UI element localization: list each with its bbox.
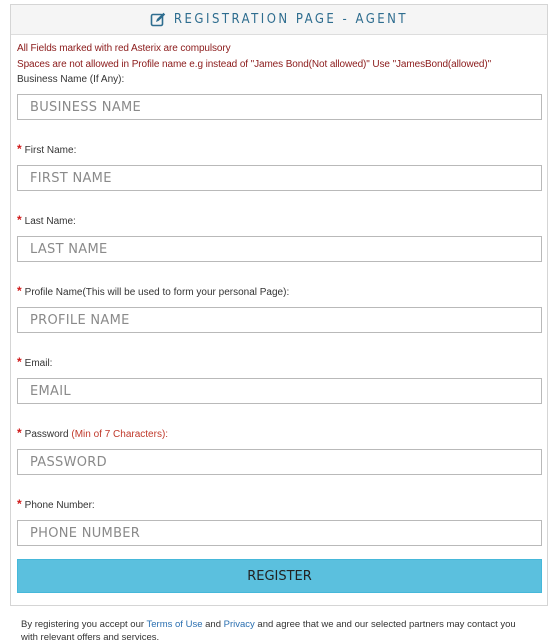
first-name-label-row: * First Name: — [17, 142, 541, 158]
terms-of-use-link[interactable]: Terms of Use — [147, 619, 203, 630]
profile-spaces-notice: Spaces are not allowed in Profile name e… — [17, 59, 492, 70]
last-name-group: * Last Name: — [17, 213, 542, 262]
last-name-input[interactable] — [17, 236, 542, 262]
business-name-label: Business Name (If Any): — [17, 74, 125, 85]
first-name-label: First Name: — [24, 145, 77, 156]
required-asterisk: * — [17, 497, 22, 511]
last-name-label: Last Name: — [24, 216, 76, 227]
last-name-label-row: * Last Name: — [17, 213, 541, 229]
profile-name-group: * Profile Name(This will be used to form … — [17, 284, 542, 333]
privacy-link[interactable]: Privacy — [224, 619, 255, 630]
first-name-group: * First Name: — [17, 142, 542, 191]
panel-header: REGISTRATION PAGE - AGENT — [11, 5, 547, 35]
profile-name-input[interactable] — [17, 307, 542, 333]
terms-notice: By registering you accept our Terms of U… — [21, 618, 535, 644]
required-asterisk: * — [17, 426, 22, 440]
required-asterisk: * — [17, 213, 22, 227]
email-input[interactable] — [17, 378, 542, 404]
required-asterisk: * — [17, 284, 22, 298]
email-label-row: * Email: — [17, 355, 541, 371]
profile-name-label-row: * Profile Name(This will be used to form … — [17, 284, 541, 300]
required-asterisk: * — [17, 142, 22, 156]
registration-panel: REGISTRATION PAGE - AGENT All Fields mar… — [10, 4, 548, 643]
business-name-input[interactable] — [17, 94, 542, 120]
password-label: Password — [24, 429, 72, 440]
phone-group: * Phone Number: — [17, 497, 542, 546]
password-input[interactable] — [17, 449, 542, 475]
business-name-group: Business Name (If Any): — [17, 73, 542, 120]
profile-name-label: Profile Name(This will be used to form y… — [24, 287, 290, 298]
terms-prefix: By registering you accept our — [21, 619, 147, 630]
edit-icon — [150, 12, 166, 28]
phone-label-row: * Phone Number: — [17, 497, 541, 513]
page-title: REGISTRATION PAGE - AGENT — [173, 12, 409, 27]
email-group: * Email: — [17, 355, 542, 404]
register-button[interactable]: REGISTER — [17, 559, 542, 593]
password-label-row: * Password (Min of 7 Characters): — [17, 426, 541, 442]
compulsory-notice: All Fields marked with red Asterix are c… — [17, 43, 231, 54]
phone-input[interactable] — [17, 520, 542, 546]
terms-and: and — [202, 619, 224, 630]
password-hint: (Min of 7 Characters): — [71, 429, 169, 440]
email-label: Email: — [24, 358, 53, 369]
phone-label: Phone Number: — [24, 500, 95, 511]
first-name-input[interactable] — [17, 165, 542, 191]
password-group: * Password (Min of 7 Characters): — [17, 426, 542, 475]
required-asterisk: * — [17, 355, 22, 369]
